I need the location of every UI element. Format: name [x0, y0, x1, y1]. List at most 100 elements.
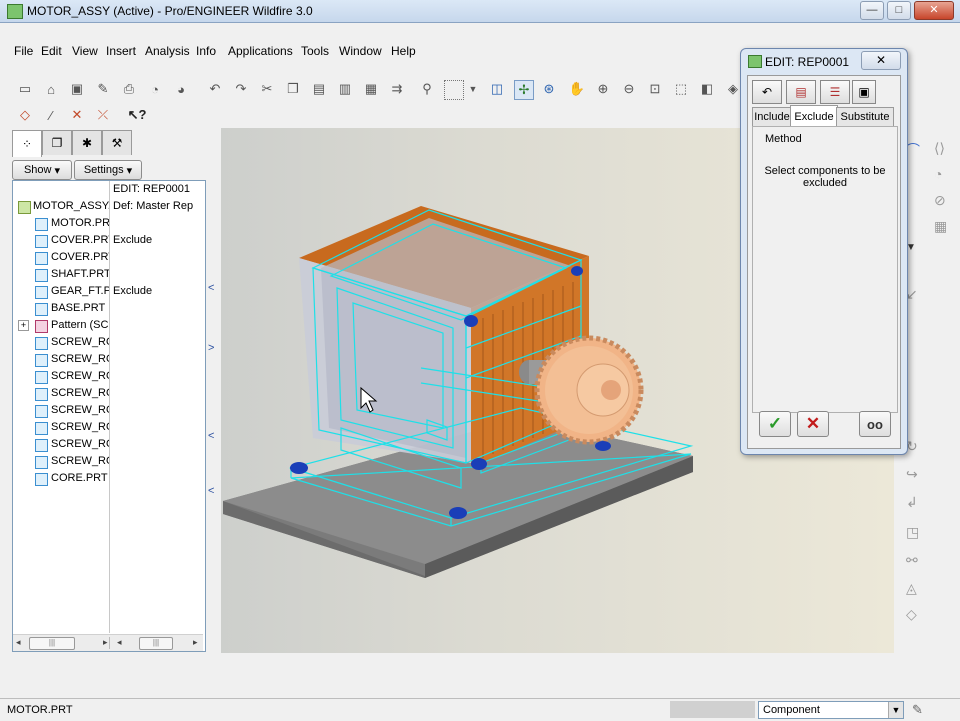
- tree-horizontal-scrollbar[interactable]: ◂ ||| ▸ ◂ ||| ▸: [13, 634, 203, 651]
- save-icon[interactable]: ▣: [68, 80, 86, 98]
- redo-icon[interactable]: ↷: [232, 80, 250, 98]
- regen-manager-icon[interactable]: ⇉: [388, 80, 406, 98]
- menu-applications[interactable]: Applications: [228, 44, 293, 58]
- scroll-right-icon[interactable]: ▸: [193, 637, 198, 648]
- show-dropdown[interactable]: Show ▾: [12, 160, 72, 180]
- collapse-arrow-icon[interactable]: <: [208, 485, 214, 497]
- menu-info[interactable]: Info: [196, 44, 216, 58]
- datum-csys-icon[interactable]: ⤫: [94, 106, 112, 124]
- scroll-thumb[interactable]: |||: [29, 637, 75, 650]
- collapse-arrow-icon[interactable]: <: [208, 430, 214, 442]
- tab-folder-browser[interactable]: ❐: [42, 130, 72, 155]
- select-dropdown-icon[interactable]: ▼: [464, 80, 482, 98]
- scroll-left-icon[interactable]: ◂: [16, 637, 21, 648]
- undo-icon[interactable]: ↶: [752, 80, 782, 104]
- tree-item-core[interactable]: CORE.PRT: [13, 470, 203, 487]
- search-icon[interactable]: ⚲: [418, 80, 436, 98]
- pencil-icon[interactable]: ✎: [912, 702, 923, 718]
- tree-item-screw[interactable]: SCREW_ROUNDHEAD.PRT: [13, 402, 203, 419]
- tab-exclude[interactable]: Exclude: [790, 105, 838, 127]
- datum-axis-icon[interactable]: ⁄: [42, 106, 60, 124]
- save-copy-icon[interactable]: ✎: [94, 80, 112, 98]
- menu-file[interactable]: File: [14, 44, 33, 58]
- copy-tool-icon[interactable]: ⊘: [934, 192, 946, 209]
- tree-item-screw[interactable]: SCREW_ROUNDHEAD.PRT: [13, 334, 203, 351]
- datum-plane-icon[interactable]: ◇: [16, 106, 34, 124]
- menu-insert[interactable]: Insert: [106, 44, 136, 58]
- sketch-icon[interactable]: ⌒: [906, 140, 920, 160]
- menu-window[interactable]: Window: [339, 44, 382, 58]
- tree-item-base[interactable]: BASE.PRT: [13, 300, 203, 317]
- print-icon[interactable]: ⎙: [120, 80, 138, 98]
- scroll-thumb[interactable]: |||: [139, 637, 173, 650]
- preview-glasses-button[interactable]: oo: [859, 411, 891, 437]
- tree-item-screw[interactable]: SCREW_ROUNDHEAD.PRT: [13, 368, 203, 385]
- hole-icon[interactable]: ◬: [906, 580, 917, 597]
- send2-icon[interactable]: ◕: [172, 80, 190, 98]
- info-icon[interactable]: ▣: [852, 80, 876, 104]
- spin-center-icon[interactable]: ✢: [514, 80, 534, 100]
- pan-icon[interactable]: ✋: [568, 80, 586, 98]
- menu-help[interactable]: Help: [391, 44, 416, 58]
- reorient-icon[interactable]: ⬚: [672, 80, 690, 98]
- surface-icon[interactable]: ◇: [906, 606, 917, 623]
- pattern-tool-icon[interactable]: ◔: [934, 166, 942, 182]
- rib-icon[interactable]: ⚯: [906, 552, 918, 569]
- tree-item-gear[interactable]: GEAR_FT.PRT Exclude: [13, 283, 203, 300]
- tree-item-screw[interactable]: SCREW_ROUNDHEAD.PRT: [13, 436, 203, 453]
- open-icon[interactable]: ⌂: [42, 80, 60, 98]
- tree-item-screw[interactable]: SCREW_ROUNDHEAD.PRT: [13, 351, 203, 368]
- refit-icon[interactable]: ⊡: [646, 80, 664, 98]
- dialog-close-button[interactable]: ✕: [861, 51, 901, 70]
- zoom-in-icon[interactable]: ⊕: [594, 80, 612, 98]
- tree-item-motor[interactable]: MOTOR.PRT: [13, 215, 203, 232]
- settings-dropdown[interactable]: Settings ▾: [74, 160, 142, 180]
- undo-icon[interactable]: ↶: [206, 80, 224, 98]
- menu-edit[interactable]: Edit: [41, 44, 62, 58]
- menu-tools[interactable]: Tools: [301, 44, 329, 58]
- menu-view[interactable]: View: [72, 44, 98, 58]
- tree-item-cover[interactable]: COVER.PRT Exclude: [13, 232, 203, 249]
- paste-icon[interactable]: ▤: [310, 80, 328, 98]
- panel-sash[interactable]: < > < <: [206, 130, 220, 652]
- rules-icon[interactable]: ☰: [820, 80, 850, 104]
- datum-display-icon[interactable]: ◫: [488, 80, 506, 98]
- new-icon[interactable]: ▭: [16, 80, 34, 98]
- shell-icon[interactable]: ↲: [906, 494, 918, 511]
- minimize-button[interactable]: —: [860, 1, 884, 20]
- expand-icon[interactable]: +: [18, 320, 29, 331]
- tree-item-screw[interactable]: SCREW_ROUNDHEAD.PRT: [13, 385, 203, 402]
- scroll-left-icon[interactable]: ◂: [117, 637, 122, 648]
- tab-include[interactable]: Include: [752, 107, 792, 126]
- mirror-icon[interactable]: ⟨⟩: [934, 140, 945, 157]
- ok-button[interactable]: ✓: [759, 411, 791, 437]
- maximize-button[interactable]: □: [887, 1, 911, 20]
- tab-substitute[interactable]: Substitute: [836, 107, 894, 126]
- draft-icon[interactable]: ◳: [906, 524, 919, 541]
- tree-item-screw[interactable]: SCREW_ROUNDHEAD.PRT: [13, 453, 203, 470]
- chevron-down-icon[interactable]: ▼: [888, 702, 903, 718]
- tab-model-tree[interactable]: ⁘: [12, 130, 42, 157]
- zoom-out-icon[interactable]: ⊖: [620, 80, 638, 98]
- select-box-icon[interactable]: [444, 80, 464, 100]
- copy-icon[interactable]: ❐: [284, 80, 302, 98]
- selection-filter-select[interactable]: Component ▼: [758, 701, 904, 719]
- datum-point-icon[interactable]: ✕: [68, 106, 86, 124]
- saved-views-icon[interactable]: ◧: [698, 80, 716, 98]
- expand-arrow-icon[interactable]: >: [208, 342, 214, 354]
- tab-favorites[interactable]: ✱: [72, 130, 102, 155]
- menu-analysis[interactable]: Analysis: [145, 44, 190, 58]
- send-icon[interactable]: ◔: [146, 80, 164, 98]
- orient-icon[interactable]: ⊛: [540, 80, 558, 98]
- blend-icon[interactable]: ↪: [906, 466, 918, 483]
- context-help-icon[interactable]: ↖?: [128, 106, 147, 124]
- cancel-button[interactable]: ✕: [797, 411, 829, 437]
- scroll-right-icon[interactable]: ▸: [103, 637, 108, 648]
- paste-special-icon[interactable]: ▥: [336, 80, 354, 98]
- close-button[interactable]: ✕: [914, 1, 954, 20]
- collapse-arrow-icon[interactable]: <: [208, 282, 214, 294]
- cut-icon[interactable]: ✂: [258, 80, 276, 98]
- tree-item-cover-2[interactable]: COVER.PRT: [13, 249, 203, 266]
- regenerate-icon[interactable]: ▦: [362, 80, 380, 98]
- grid-icon[interactable]: ▦: [934, 218, 947, 235]
